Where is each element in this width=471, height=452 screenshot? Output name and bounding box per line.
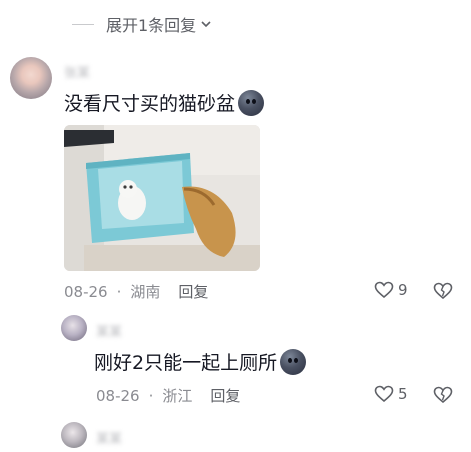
meta-separator: · — [116, 282, 122, 301]
avatar[interactable] — [61, 422, 87, 448]
comment-image[interactable] — [64, 125, 260, 271]
comment-date: 08-26 — [64, 282, 108, 301]
meta-separator: · — [148, 386, 154, 405]
comment-text: 刚好2只能一起上厕所 — [94, 348, 307, 375]
comment-meta: 08-26 · 湖南 回复 — [64, 281, 208, 302]
dislike-button[interactable] — [432, 385, 454, 409]
dark-face-emoji-icon — [238, 89, 265, 116]
dislike-button[interactable] — [432, 281, 454, 305]
like-button[interactable]: 9 — [374, 281, 408, 299]
comment-text-label: 没看尺寸买的猫砂盆 — [64, 93, 236, 115]
username[interactable]: 张某 — [64, 62, 90, 81]
username[interactable]: 某某 — [96, 428, 122, 447]
comment-date: 08-26 — [96, 386, 140, 405]
reply-button[interactable]: 回复 — [178, 281, 208, 302]
username[interactable]: 某某 — [96, 321, 122, 340]
broken-heart-icon — [433, 386, 453, 404]
expand-replies-label: 展开1条回复 — [106, 16, 197, 35]
like-button[interactable]: 5 — [374, 385, 408, 403]
reply-button[interactable]: 回复 — [210, 385, 240, 406]
comment-text: 没看尺寸买的猫砂盆 — [64, 89, 265, 116]
comment-location: 湖南 — [130, 283, 161, 301]
chevron-down-icon — [200, 15, 212, 34]
avatar[interactable] — [61, 315, 87, 341]
expand-replies-button[interactable]: 展开1条回复 — [72, 12, 212, 36]
heart-icon — [374, 281, 394, 299]
comment-location: 浙江 — [162, 387, 193, 405]
comment-meta: 08-26 · 浙江 回复 — [96, 385, 240, 406]
dark-face-emoji-icon — [280, 348, 307, 375]
like-count: 9 — [398, 281, 408, 299]
heart-icon — [374, 385, 394, 403]
comment-text-label: 刚好2只能一起上厕所 — [94, 352, 278, 374]
like-count: 5 — [398, 385, 408, 403]
divider-line — [72, 23, 94, 25]
broken-heart-icon — [433, 282, 453, 300]
avatar[interactable] — [10, 57, 52, 99]
